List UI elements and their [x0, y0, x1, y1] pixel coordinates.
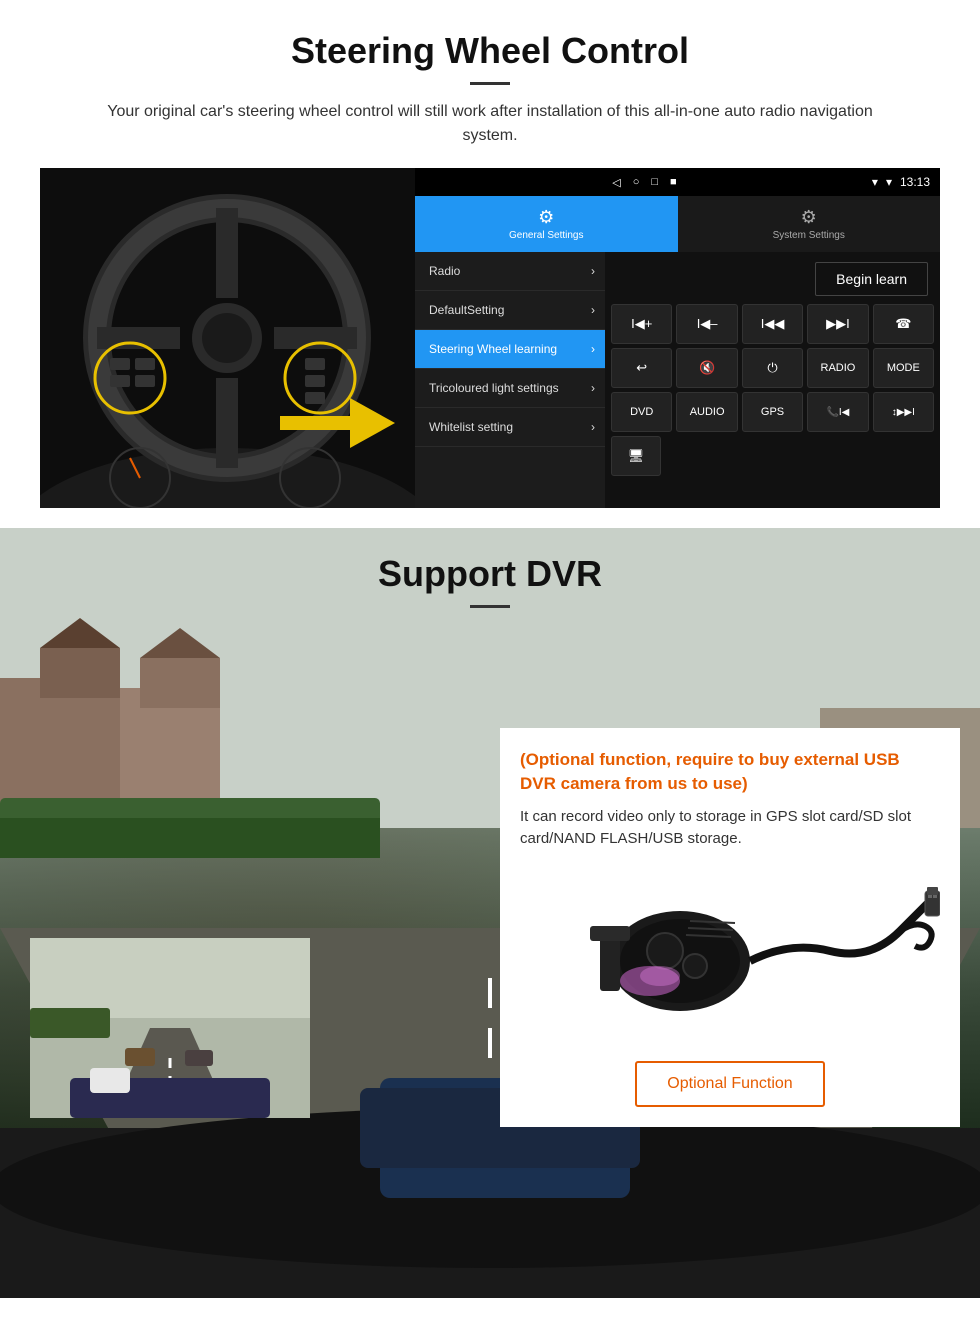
menu-arrow-radio: ›: [591, 264, 595, 278]
android-menu: Radio › DefaultSetting › Steering Wheel …: [415, 252, 605, 508]
menu-item-default-label: DefaultSetting: [429, 303, 504, 317]
nav-icons: ◁ ○ □ ■: [425, 176, 864, 189]
system-settings-icon: ⚙: [801, 207, 817, 228]
dvr-section: Support DVR: [0, 528, 980, 1298]
android-controls: Begin learn I◀+ I◀– I◀◀ ▶▶I ☎ ↩ 🔇 ⏻: [605, 252, 940, 508]
menu-icon: ■: [670, 176, 677, 189]
dvr-inset-photo: [30, 938, 310, 1118]
tab-system-settings[interactable]: ⚙ System Settings: [678, 196, 941, 252]
tab-general-settings-label: General Settings: [509, 230, 584, 241]
begin-learn-button[interactable]: Begin learn: [815, 262, 928, 296]
optional-function-button[interactable]: Optional Function: [635, 1061, 824, 1107]
menu-item-default-setting[interactable]: DefaultSetting ›: [415, 291, 605, 330]
controls-row-1: I◀+ I◀– I◀◀ ▶▶I ☎: [611, 304, 934, 344]
ctrl-next[interactable]: ▶▶I: [807, 304, 868, 344]
menu-item-radio[interactable]: Radio ›: [415, 252, 605, 291]
dvr-info-box: (Optional function, require to buy exter…: [500, 728, 960, 1127]
menu-item-tricoloured[interactable]: Tricoloured light settings ›: [415, 369, 605, 408]
menu-item-whitelist[interactable]: Whitelist setting ›: [415, 408, 605, 447]
dvr-info-text: It can record video only to storage in G…: [520, 806, 940, 851]
ctrl-audio[interactable]: AUDIO: [676, 392, 737, 432]
controls-top-row: Begin learn: [611, 258, 934, 300]
statusbar-time: 13:13: [900, 175, 930, 189]
ctrl-gps[interactable]: GPS: [742, 392, 803, 432]
ctrl-vol-up[interactable]: I◀+: [611, 304, 672, 344]
dvr-camera-image: [520, 866, 940, 1046]
menu-item-steering-label: Steering Wheel learning: [429, 342, 557, 356]
controls-row-4: 🖥: [611, 436, 934, 476]
menu-arrow-steering: ›: [591, 342, 595, 356]
menu-arrow-whitelist: ›: [591, 420, 595, 434]
menu-item-tricoloured-label: Tricoloured light settings: [429, 381, 559, 395]
android-body: Radio › DefaultSetting › Steering Wheel …: [415, 252, 940, 508]
general-settings-icon: ⚙: [538, 207, 554, 228]
ctrl-tel-next[interactable]: ↕▶▶I: [873, 392, 934, 432]
menu-arrow-default: ›: [591, 303, 595, 317]
steering-section: Steering Wheel Control Your original car…: [0, 0, 980, 528]
ctrl-vol-down[interactable]: I◀–: [676, 304, 737, 344]
menu-item-radio-label: Radio: [429, 264, 460, 278]
dvr-info-title: (Optional function, require to buy exter…: [520, 748, 940, 796]
menu-arrow-tricoloured: ›: [591, 381, 595, 395]
ctrl-phone[interactable]: ☎: [873, 304, 934, 344]
android-ui-panel: ◁ ○ □ ■ ▾ ▾ 13:13 ⚙ General Settings ⚙ S…: [415, 168, 940, 508]
android-tabs: ⚙ General Settings ⚙ System Settings: [415, 196, 940, 252]
controls-row-2: ↩ 🔇 ⏻ RADIO MODE: [611, 348, 934, 388]
wifi-icon: ▾: [886, 175, 892, 189]
tab-system-settings-label: System Settings: [773, 230, 845, 241]
ctrl-screenshot[interactable]: 🖥: [611, 436, 661, 476]
ctrl-mode[interactable]: MODE: [873, 348, 934, 388]
controls-row-3: DVD AUDIO GPS 📞I◀ ↕▶▶I: [611, 392, 934, 432]
recents-icon: □: [651, 176, 658, 189]
dvr-title: Support DVR: [0, 553, 980, 595]
dvr-title-area: Support DVR: [0, 528, 980, 638]
steering-content-area: ◁ ○ □ ■ ▾ ▾ 13:13 ⚙ General Settings ⚙ S…: [40, 168, 940, 508]
section1-description: Your original car's steering wheel contr…: [80, 100, 900, 148]
dvr-divider: [470, 605, 510, 608]
signal-icon: ▾: [872, 175, 878, 189]
ctrl-radio[interactable]: RADIO: [807, 348, 868, 388]
ctrl-mute[interactable]: 🔇: [676, 348, 737, 388]
menu-item-whitelist-label: Whitelist setting: [429, 420, 513, 434]
menu-item-steering-wheel[interactable]: Steering Wheel learning ›: [415, 330, 605, 369]
ctrl-power[interactable]: ⏻: [742, 348, 803, 388]
section1-title: Steering Wheel Control: [40, 30, 940, 72]
ctrl-back[interactable]: ↩: [611, 348, 672, 388]
ctrl-dvd[interactable]: DVD: [611, 392, 672, 432]
android-statusbar: ◁ ○ □ ■ ▾ ▾ 13:13: [415, 168, 940, 196]
tab-general-settings[interactable]: ⚙ General Settings: [415, 196, 678, 252]
dvr-background: Support DVR: [0, 528, 980, 1298]
ctrl-tel-prev[interactable]: 📞I◀: [807, 392, 868, 432]
back-icon: ◁: [612, 176, 620, 189]
steering-wheel-photo: [40, 168, 415, 508]
ctrl-prev[interactable]: I◀◀: [742, 304, 803, 344]
title-divider: [470, 82, 510, 85]
home-icon: ○: [633, 176, 640, 189]
